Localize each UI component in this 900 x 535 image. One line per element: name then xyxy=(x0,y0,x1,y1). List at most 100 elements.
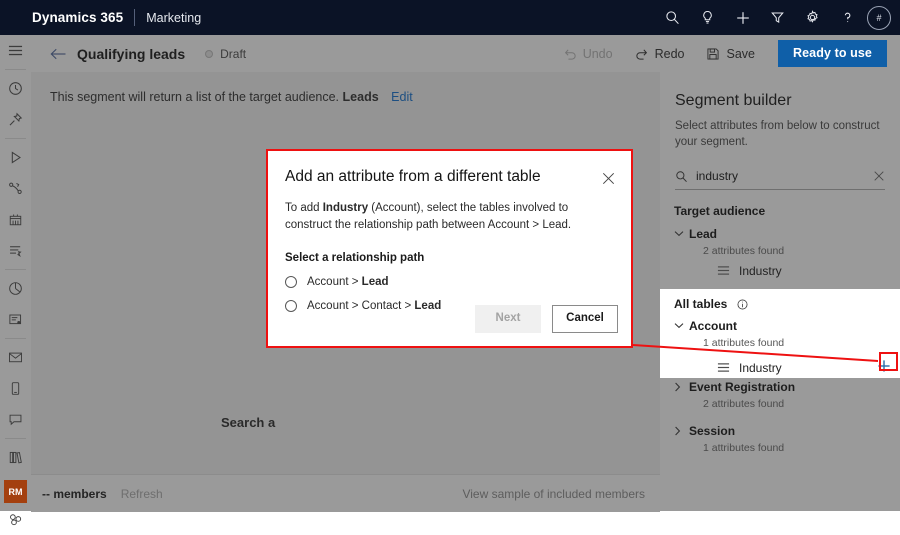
rail-divider xyxy=(5,69,26,70)
redo-button[interactable]: Redo xyxy=(635,47,685,61)
chevron-down-icon xyxy=(674,230,689,237)
redo-label: Redo xyxy=(655,47,685,61)
tree-node-account: Account 1 attributes found Industry xyxy=(660,316,900,378)
dialog-body: To add Industry (Account), select the ta… xyxy=(268,200,631,312)
avatar[interactable]: # xyxy=(867,6,891,30)
dialog-description: To add Industry (Account), select the ta… xyxy=(285,200,614,235)
attribute-item[interactable]: Industry xyxy=(674,257,900,284)
view-sample-link[interactable]: View sample of included members xyxy=(462,487,645,501)
dialog-title: Add an attribute from a different table xyxy=(285,168,599,187)
attribute-count: 1 attributes found xyxy=(703,337,900,349)
tree-node-header[interactable]: Session xyxy=(674,421,900,440)
plus-icon[interactable] xyxy=(725,0,760,35)
radio-button[interactable] xyxy=(285,276,297,288)
chat-icon[interactable] xyxy=(0,404,31,435)
edit-link[interactable]: Edit xyxy=(391,90,413,104)
table-name: Account xyxy=(689,319,737,333)
status-badge: Draft xyxy=(205,47,246,61)
top-navigation-bar: Dynamics 365 Marketing xyxy=(0,0,900,35)
tree-node-header[interactable]: Account xyxy=(674,316,900,335)
gear-icon[interactable] xyxy=(795,0,830,35)
table-name: Lead xyxy=(689,227,717,241)
close-icon[interactable] xyxy=(599,169,617,187)
attribute-count: 2 attributes found xyxy=(703,398,900,410)
attribute-count: 1 attributes found xyxy=(703,442,900,454)
info-icon[interactable] xyxy=(737,299,748,310)
tree-node-header[interactable]: Lead xyxy=(674,224,900,243)
attribute-label: Industry xyxy=(739,264,782,278)
option-target: Lead xyxy=(362,276,389,288)
refresh-button[interactable]: Refresh xyxy=(121,487,163,501)
relationship-option-label: Account > Contact > Lead xyxy=(307,300,441,312)
brand-label: Dynamics 365 xyxy=(32,10,123,25)
segment-description-text: This segment will return a list of the t… xyxy=(50,90,339,104)
attribute-item-account-industry[interactable]: Industry xyxy=(674,354,900,378)
rail-divider xyxy=(5,138,26,139)
relationship-path-heading: Select a relationship path xyxy=(285,252,614,264)
hamburger-icon[interactable] xyxy=(0,35,31,66)
form-icon[interactable] xyxy=(0,304,31,335)
all-tables-label: All tables xyxy=(674,297,727,311)
status-dot-icon xyxy=(205,50,213,58)
app-name-label[interactable]: Marketing xyxy=(146,11,201,25)
panel-title: Segment builder xyxy=(675,92,900,110)
left-nav-rail: RM xyxy=(0,35,31,511)
top-navigation-actions: # xyxy=(655,0,900,35)
page-title: Qualifying leads xyxy=(77,46,185,62)
relationship-option-1[interactable]: Account > Lead xyxy=(285,276,614,288)
search-icon[interactable] xyxy=(655,0,690,35)
mobile-icon[interactable] xyxy=(0,373,31,404)
lightbulb-icon[interactable] xyxy=(690,0,725,35)
email-icon[interactable] xyxy=(0,342,31,373)
customer-journey-icon[interactable] xyxy=(0,173,31,204)
redo-icon xyxy=(635,47,649,61)
attribute-search-box[interactable]: industry xyxy=(675,163,885,190)
status-bar: -- members Refresh View sample of includ… xyxy=(31,474,660,512)
command-bar-actions: Undo Redo Save Ready to use xyxy=(541,40,900,67)
save-button[interactable]: Save xyxy=(706,47,755,61)
panel-subtitle: Select attributes from below to construc… xyxy=(675,119,885,150)
relationship-option-label: Account > Lead xyxy=(307,276,389,288)
tree-node-session: Session 1 attributes found xyxy=(660,421,900,454)
segment-entity-label: Leads xyxy=(343,90,379,104)
lists-icon[interactable] xyxy=(0,235,31,266)
segment-description: This segment will return a list of the t… xyxy=(50,90,413,104)
status-label: Draft xyxy=(220,47,246,61)
help-icon[interactable] xyxy=(830,0,865,35)
cancel-button[interactable]: Cancel xyxy=(552,305,618,333)
rail-divider xyxy=(5,269,26,270)
next-button[interactable]: Next xyxy=(475,305,541,333)
events-icon[interactable] xyxy=(0,204,31,235)
radio-button[interactable] xyxy=(285,300,297,312)
all-tables-header: All tables xyxy=(674,297,900,311)
back-arrow-icon[interactable] xyxy=(41,35,75,72)
ready-to-use-button[interactable]: Ready to use xyxy=(778,40,887,67)
avatar-glyph: # xyxy=(876,13,881,23)
recent-icon[interactable] xyxy=(0,73,31,104)
attribute-label: Industry xyxy=(739,361,782,375)
brand-separator xyxy=(134,9,135,26)
search-input[interactable]: industry xyxy=(696,169,873,183)
optionset-icon xyxy=(717,264,730,277)
chevron-right-icon xyxy=(674,382,689,392)
rail-divider xyxy=(5,338,26,339)
option-target: Lead xyxy=(414,300,441,312)
option-prefix: Account > xyxy=(307,276,362,288)
close-icon[interactable] xyxy=(873,170,885,182)
chevron-down-icon xyxy=(674,322,689,329)
library-icon[interactable] xyxy=(0,442,31,473)
analytics-icon[interactable] xyxy=(0,273,31,304)
pin-icon[interactable] xyxy=(0,104,31,135)
chevron-right-icon xyxy=(674,426,689,436)
user-avatar-initials[interactable]: RM xyxy=(4,480,27,503)
undo-button[interactable]: Undo xyxy=(563,47,613,61)
tree-node-event-registration: Event Registration 2 attributes found xyxy=(660,377,900,410)
play-icon[interactable] xyxy=(0,142,31,173)
tree-node-header[interactable]: Event Registration xyxy=(674,377,900,396)
all-tables-highlight-region: All tables Account 1 attributes found xyxy=(660,289,900,378)
undo-icon xyxy=(563,47,577,61)
canvas-search-label: Search a xyxy=(221,415,275,430)
filter-icon[interactable] xyxy=(760,0,795,35)
target-audience-header: Target audience xyxy=(674,204,900,218)
segments-icon[interactable] xyxy=(0,504,31,535)
